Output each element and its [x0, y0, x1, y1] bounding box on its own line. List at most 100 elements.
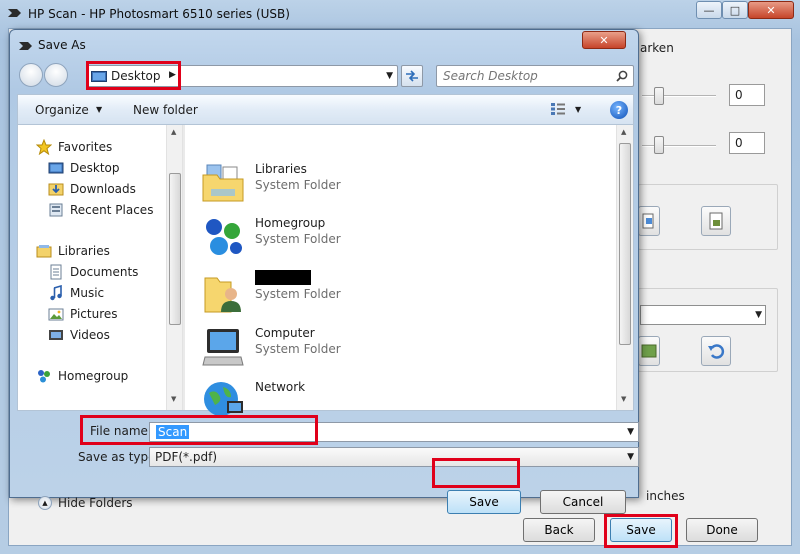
- search-input[interactable]: [441, 68, 611, 84]
- nav-libraries[interactable]: Libraries: [36, 241, 110, 261]
- organize-menu[interactable]: Organize: [35, 103, 89, 117]
- hp-close-button[interactable]: ✕: [748, 1, 794, 19]
- chevron-down-icon[interactable]: ▼: [627, 427, 634, 437]
- forward-arrow-icon[interactable]: [44, 63, 68, 87]
- file-scroll-thumb[interactable]: [619, 143, 631, 345]
- chevron-down-icon: ▼: [755, 310, 762, 320]
- hp-options-dropdown[interactable]: ▼: [640, 305, 766, 325]
- nav-label: Desktop: [70, 161, 120, 175]
- crop-icon: [642, 213, 654, 229]
- homegroup-icon: [38, 370, 50, 383]
- brightness-value[interactable]: 0: [729, 84, 765, 106]
- desktop-icon: [48, 162, 64, 174]
- scroll-up-icon[interactable]: ▲: [621, 128, 626, 136]
- done-button[interactable]: Done: [686, 518, 758, 542]
- hp-minimize-button[interactable]: —: [696, 1, 722, 19]
- crop-tool-button[interactable]: [638, 206, 660, 236]
- file-list-scrollbar[interactable]: ▲ ▼: [616, 125, 633, 410]
- chevron-right-icon[interactable]: ▶: [169, 70, 176, 80]
- nav-recent-places[interactable]: Recent Places: [48, 200, 153, 220]
- file-type: System Folder: [255, 178, 341, 192]
- music-icon: [50, 285, 62, 301]
- file-type: System Folder: [255, 342, 341, 356]
- file-item-libraries[interactable]: Libraries System Folder: [201, 161, 581, 213]
- file-name-value[interactable]: Scan: [156, 425, 190, 439]
- page-tool-button[interactable]: [701, 206, 731, 236]
- network-icon: [204, 382, 243, 416]
- hp-window-title: HP Scan - HP Photosmart 6510 series (USB…: [28, 7, 290, 21]
- nav-videos[interactable]: Videos: [48, 325, 110, 345]
- hp-app-icon: [8, 9, 21, 17]
- file-name-input[interactable]: Scan ▼: [149, 422, 639, 442]
- save-as-type-label: Save as type:: [78, 450, 160, 464]
- image-tool-button[interactable]: [638, 336, 660, 366]
- organize-chevron-icon[interactable]: ▼: [96, 105, 102, 114]
- scroll-up-icon[interactable]: ▲: [171, 128, 176, 136]
- image-icon: [641, 344, 657, 358]
- redacted-file-name: [255, 270, 311, 285]
- libraries-icon: [36, 245, 52, 258]
- dialog-content: Favorites Desktop Downloads Recent Place…: [17, 124, 634, 416]
- hide-folders-toggle[interactable]: ▲ Hide Folders: [38, 496, 133, 510]
- back-button[interactable]: Back: [523, 518, 595, 542]
- dialog-app-icon: [19, 42, 32, 50]
- hide-folders-label: Hide Folders: [58, 496, 133, 510]
- nav-documents[interactable]: Documents: [48, 262, 138, 282]
- file-name: Homegroup: [255, 216, 326, 230]
- hp-maximize-button[interactable]: □: [722, 1, 748, 19]
- downloads-icon: [48, 183, 64, 196]
- brightness-slider-thumb[interactable]: [654, 87, 664, 105]
- nav-downloads[interactable]: Downloads: [48, 179, 136, 199]
- cancel-button[interactable]: Cancel: [540, 490, 626, 514]
- dialog-toolbar: Organize ▼ New folder ▼ ?: [17, 94, 634, 124]
- address-dropdown-icon[interactable]: ▼: [386, 71, 393, 81]
- rotate-icon: [708, 344, 725, 359]
- dialog-title: Save As: [38, 38, 86, 52]
- address-location[interactable]: Desktop: [111, 69, 161, 83]
- address-bar[interactable]: Desktop ▶ ▼: [86, 65, 398, 87]
- hp-save-button[interactable]: Save: [610, 518, 672, 542]
- nav-pane-scrollbar[interactable]: ▲ ▼: [166, 125, 183, 410]
- nav-pictures[interactable]: Pictures: [48, 304, 118, 324]
- computer-icon: [202, 329, 244, 366]
- save-button[interactable]: Save: [447, 490, 521, 514]
- chevron-up-icon[interactable]: ▲: [38, 496, 52, 510]
- nav-music[interactable]: Music: [48, 283, 104, 303]
- chevron-down-icon[interactable]: ▼: [627, 452, 634, 462]
- nav-favorites[interactable]: Favorites: [36, 137, 112, 157]
- nav-label: Libraries: [58, 244, 110, 258]
- save-as-type-select[interactable]: PDF(*.pdf) ▼: [149, 447, 639, 467]
- file-item-computer[interactable]: Computer System Folder: [201, 325, 581, 377]
- view-chevron-icon[interactable]: ▼: [575, 105, 581, 114]
- search-box[interactable]: [436, 65, 634, 87]
- hp-titlebar: HP Scan - HP Photosmart 6510 series (USB…: [0, 0, 800, 28]
- libraries-icon: [202, 164, 244, 202]
- nav-label: Favorites: [58, 140, 113, 154]
- documents-icon: [50, 264, 62, 280]
- file-name: Libraries: [255, 162, 307, 176]
- nav-homegroup[interactable]: Homegroup: [36, 366, 128, 386]
- scroll-down-icon[interactable]: ▼: [621, 395, 626, 403]
- contrast-slider-thumb[interactable]: [654, 136, 664, 154]
- new-folder-button[interactable]: New folder: [133, 103, 198, 117]
- view-options-icon[interactable]: [550, 102, 566, 116]
- nav-label: Music: [70, 286, 105, 300]
- nav-scroll-thumb[interactable]: [169, 173, 181, 325]
- nav-desktop[interactable]: Desktop: [48, 158, 120, 178]
- file-name-label: File name:: [90, 424, 152, 438]
- file-type: System Folder: [255, 287, 341, 301]
- file-item-homegroup[interactable]: Homegroup System Folder: [201, 215, 581, 267]
- videos-icon: [49, 330, 63, 340]
- help-icon[interactable]: ?: [610, 101, 628, 119]
- dialog-close-button[interactable]: ✕: [582, 31, 626, 49]
- user-folder-icon: [204, 277, 241, 313]
- search-icon[interactable]: [616, 70, 628, 82]
- back-arrow-icon[interactable]: [19, 63, 43, 87]
- nav-label: Videos: [70, 328, 110, 342]
- scroll-down-icon[interactable]: ▼: [171, 395, 176, 403]
- undo-rotate-button[interactable]: [701, 336, 731, 366]
- recent-places-icon: [49, 203, 63, 217]
- contrast-value[interactable]: 0: [729, 132, 765, 154]
- file-item-user-folder[interactable]: System Folder: [201, 270, 581, 322]
- refresh-button[interactable]: [401, 65, 423, 87]
